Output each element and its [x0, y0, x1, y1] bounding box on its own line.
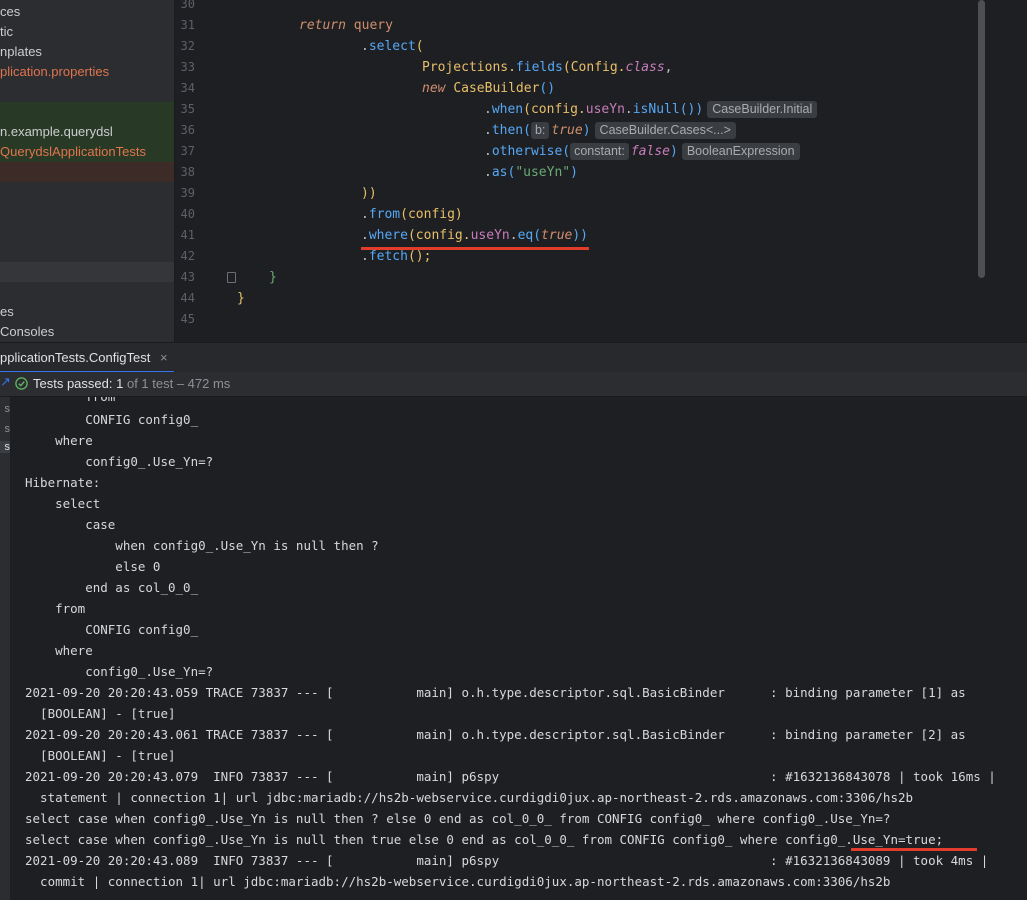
tree-item[interactable]: ces [0, 2, 20, 22]
fold-icon[interactable] [227, 272, 236, 283]
tree-highlight-band [0, 162, 174, 182]
code-line-36: .then(b: true) CaseBuilder.Cases<...> [484, 120, 736, 141]
code-editor[interactable]: 30 31 32 33 34 35 36 37 38 39 40 41 42 4… [175, 0, 1027, 342]
console-line: commit | connection 1| url jdbc:mariadb:… [25, 874, 891, 889]
console-line: select case when config0_.Use_Yn is null… [25, 811, 891, 826]
type-hint: CaseBuilder.Initial [707, 101, 818, 118]
code-line-34: new CaseBuilder() [422, 81, 556, 96]
tree-item[interactable]: n.example.querydsl [0, 122, 113, 142]
test-passed-icon [15, 377, 28, 390]
console-line: 2021-09-20 20:20:43.061 TRACE 73837 --- … [25, 727, 966, 742]
console-line: end as col_0_0_ [25, 580, 199, 595]
console-line: Hibernate: [25, 475, 101, 490]
line-number: 32 [180, 39, 195, 53]
tree-item[interactable]: tic [0, 22, 13, 42]
line-number: 36 [180, 123, 195, 137]
highlight-underline [851, 848, 977, 851]
line-number: 42 [180, 249, 195, 263]
param-hint: constant: [570, 143, 629, 160]
project-tree: ces tic nplates plication.properties n.e… [0, 0, 174, 342]
tree-item[interactable]: nplates [0, 42, 42, 62]
console-line: else 0 [25, 559, 161, 574]
line-number: 40 [180, 207, 195, 221]
code-line-38: .as("useYn") [484, 165, 578, 180]
console-line: when config0_.Use_Yn is null then ? [25, 538, 379, 553]
line-number: 43 [180, 270, 195, 284]
line-number: 44 [180, 291, 195, 305]
param-hint: b: [530, 122, 550, 139]
code-line-41: .where(config.useYn.eq(true)) [361, 228, 589, 243]
type-hint: CaseBuilder.Cases<...> [594, 122, 736, 139]
code-line-42: .fetch(); [361, 249, 432, 264]
code-line-40: .from(config) [361, 207, 463, 222]
test-tree-item[interactable]: s [0, 403, 11, 415]
code-line-33: Projections.fields(Config.class, [422, 60, 673, 75]
line-number: 31 [180, 18, 195, 32]
test-status-text: Tests passed: 1 of 1 test – 472 ms [33, 376, 231, 391]
console-line: 2021-09-20 20:20:43.079 INFO 73837 --- [… [25, 769, 996, 784]
console-line: from [25, 397, 115, 407]
console-line: select [25, 496, 101, 511]
console-line: from [25, 601, 86, 616]
test-tree-item[interactable]: s [0, 423, 11, 435]
console-line: config0_.Use_Yn=? [25, 454, 214, 469]
line-number: 30 [180, 0, 195, 11]
console-line: config0_.Use_Yn=? [25, 664, 214, 679]
close-tab-icon[interactable]: × [160, 350, 168, 365]
line-number: 34 [180, 81, 195, 95]
test-tree-strip: s s s [0, 397, 10, 900]
line-number: 37 [180, 144, 195, 158]
code-line-44: } [237, 291, 245, 306]
line-number: 35 [180, 102, 195, 116]
run-tab[interactable]: pplicationTests.ConfigTest × [0, 343, 174, 373]
tree-item[interactable]: plication.properties [0, 62, 109, 82]
line-number: 33 [180, 60, 195, 74]
console-line: CONFIG config0_ [25, 412, 199, 427]
line-number: 38 [180, 165, 195, 179]
console-line: [BOOLEAN] - [true] [25, 748, 176, 763]
code-line-37: .otherwise(constant: false) BooleanExpress… [484, 141, 800, 162]
test-tree-item-selected[interactable]: s [0, 441, 10, 453]
tree-selected-row [0, 262, 174, 282]
console-line: 2021-09-20 20:20:43.059 TRACE 73837 --- … [25, 685, 966, 700]
console-output[interactable]: s s s from CONFIG config0_ where config0… [0, 397, 1027, 900]
tree-item[interactable]: Consoles [0, 322, 54, 342]
rerun-arrows-icon[interactable]: ↗ [0, 374, 11, 390]
test-status-bar: ↗ Tests passed: 1 of 1 test – 472 ms [0, 372, 1027, 397]
console-line: 2021-09-20 20:20:43.089 INFO 73837 --- [… [25, 853, 989, 868]
type-hint: BooleanExpression [681, 143, 800, 160]
console-line: where [25, 433, 93, 448]
console-line: statement | connection 1| url jdbc:maria… [25, 790, 914, 805]
code-line-35: .when(config.useYn.isNull()) CaseBuilder.… [484, 99, 818, 120]
code-line-32: .select( [361, 39, 424, 54]
tree-item[interactable]: es [0, 302, 14, 322]
code-line-39: )) [361, 186, 377, 201]
console-line: select case when config0_.Use_Yn is null… [25, 832, 944, 847]
code-line-43: } [269, 270, 277, 285]
tree-item[interactable]: QuerydslApplicationTests [0, 142, 146, 162]
console-line: where [25, 643, 93, 658]
code-line-31: return query [299, 18, 393, 33]
console-line: [BOOLEAN] - [true] [25, 706, 176, 721]
run-tab-bar: pplicationTests.ConfigTest × [0, 342, 1027, 373]
console-line: CONFIG config0_ [25, 622, 199, 637]
line-number: 39 [180, 186, 195, 200]
line-number-gutter: 30 31 32 33 34 35 36 37 38 39 40 41 42 4… [175, 0, 225, 342]
editor-scrollbar[interactable] [978, 0, 985, 278]
run-tab-label: pplicationTests.ConfigTest [0, 350, 151, 365]
line-number: 45 [180, 312, 195, 326]
console-line: case [25, 517, 116, 532]
line-number: 41 [180, 228, 195, 242]
